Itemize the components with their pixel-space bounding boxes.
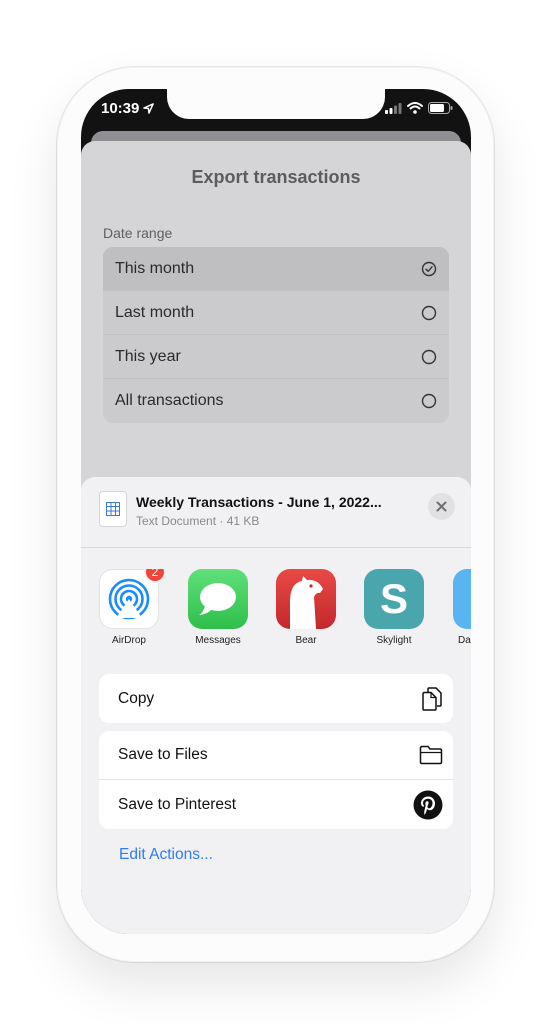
app-label: Skylight: [376, 635, 412, 646]
status-time-label: 10:39: [101, 100, 140, 117]
app-label: Messages: [195, 635, 241, 646]
location-arrow-icon: [143, 103, 155, 114]
option-label: All transactions: [115, 392, 224, 409]
app-partial[interactable]: Da: [452, 569, 471, 646]
file-title: Weekly Transactions - June 1, 2022...: [136, 494, 382, 510]
app-label: Bear: [295, 635, 317, 646]
radio-empty-icon: [421, 349, 437, 364]
folder-icon: [419, 745, 443, 765]
phone-screen: 10:39 Export transactions Date range Thi…: [81, 89, 471, 934]
checkmark-circle-icon: [421, 261, 437, 276]
option-last-month[interactable]: Last month: [103, 291, 449, 335]
wifi-icon: [407, 102, 423, 114]
share-sheet: Weekly Transactions - June 1, 2022... Te…: [81, 477, 471, 934]
page-title: Export transactions: [191, 167, 361, 187]
cellular-signal-icon: [385, 102, 402, 114]
app-row: 2 AirDrop Messages Bear S Skylight Da: [98, 569, 471, 659]
bear-icon: [276, 569, 336, 629]
app-label: Da: [458, 635, 471, 646]
option-label: Last month: [115, 303, 195, 321]
app-messages[interactable]: Messages: [187, 569, 249, 646]
copy-icon: [422, 686, 442, 711]
battery-icon: [428, 102, 453, 114]
save-to-pinterest-action[interactable]: Save to Pinterest: [99, 780, 453, 829]
edit-actions-link[interactable]: Edit Actions...: [119, 846, 213, 864]
notch: [167, 89, 385, 119]
date-range-options: This month Last month This year All tran…: [103, 247, 449, 423]
app-skylight[interactable]: S Skylight: [363, 569, 425, 646]
action-label: Save to Files: [118, 746, 208, 763]
file-subtitle: Text Document · 41 KB: [136, 514, 260, 528]
share-header: Weekly Transactions - June 1, 2022... Te…: [81, 477, 471, 548]
airdrop-icon: 2: [99, 569, 166, 629]
document-icon: [99, 491, 127, 527]
save-to-files-action[interactable]: Save to Files: [99, 731, 453, 780]
partial-app-icon: [453, 569, 471, 629]
action-label: Save to Pinterest: [118, 795, 237, 813]
action-label: Copy: [118, 689, 155, 707]
action-group-save: Save to Files Save to Pinterest: [99, 731, 453, 829]
option-all-transactions[interactable]: All transactions: [103, 379, 449, 423]
action-group-copy: Copy: [99, 674, 453, 723]
status-time: 10:39: [101, 100, 155, 117]
messages-icon: [188, 569, 248, 629]
app-bear[interactable]: Bear: [275, 569, 337, 646]
option-this-month[interactable]: This month: [103, 247, 449, 291]
option-label: This month: [115, 259, 195, 277]
option-label: This year: [115, 347, 181, 365]
close-button[interactable]: [428, 493, 455, 520]
app-airdrop[interactable]: 2 AirDrop: [98, 569, 166, 646]
app-label: AirDrop: [112, 635, 146, 646]
radio-empty-icon: [421, 393, 437, 409]
skylight-icon: S: [364, 569, 424, 629]
close-icon: [436, 501, 447, 512]
status-icons: [385, 102, 453, 114]
radio-empty-icon: [421, 305, 437, 320]
date-range-label: Date range: [103, 225, 173, 241]
option-this-year[interactable]: This year: [103, 335, 449, 379]
pinterest-icon: [413, 790, 443, 819]
copy-action[interactable]: Copy: [99, 674, 453, 723]
